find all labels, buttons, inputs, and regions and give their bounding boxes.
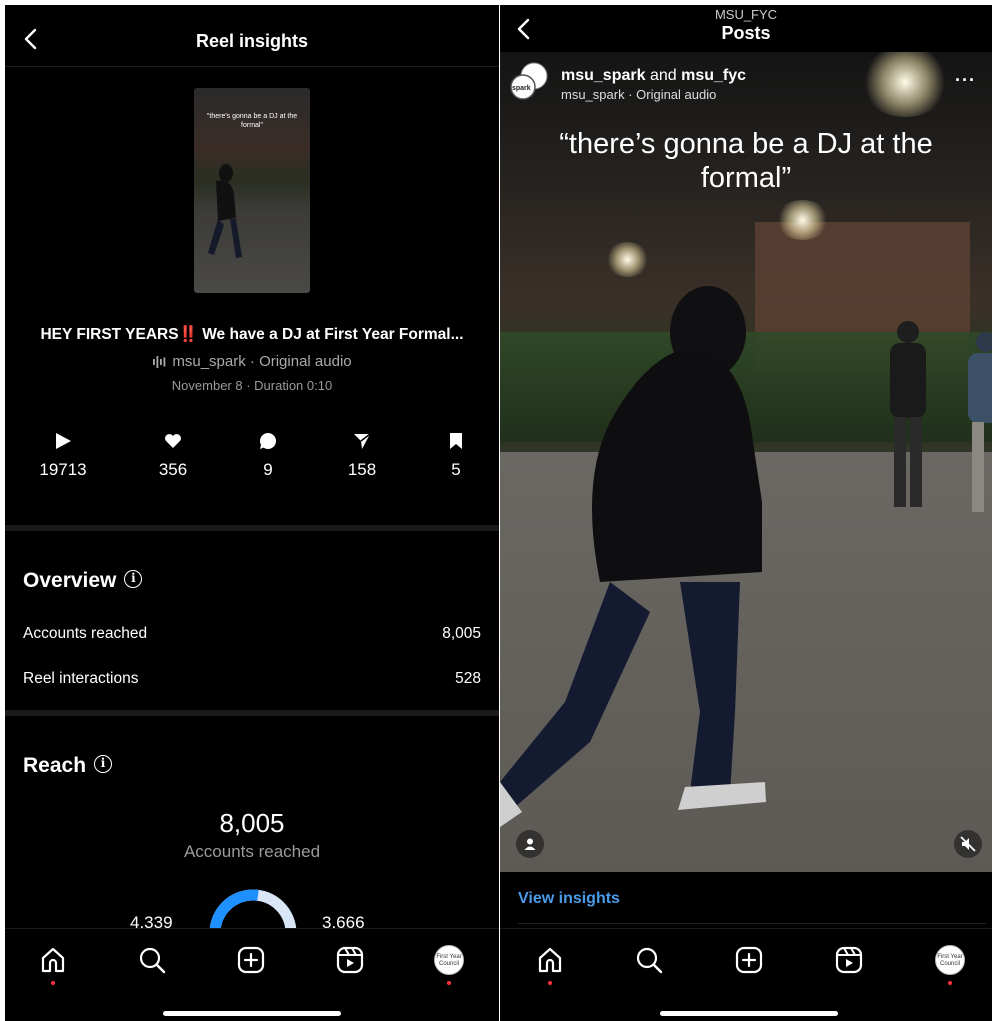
author-name[interactable]: msu_fyc xyxy=(681,67,746,84)
reach-total-label: Accounts reached xyxy=(183,842,321,861)
tab-home[interactable] xyxy=(534,944,566,976)
plays-value: 19713 xyxy=(39,460,87,479)
heart-icon xyxy=(165,434,181,448)
avatar-text: spark xyxy=(512,85,531,92)
bookmark-icon xyxy=(450,433,462,449)
bystander-figure xyxy=(968,332,992,512)
search-icon xyxy=(636,947,663,974)
running-person xyxy=(500,286,766,827)
reach-total: 8,005 xyxy=(219,808,285,838)
row-value: 528 xyxy=(455,670,481,687)
speaker-muted-icon xyxy=(960,836,976,852)
post-header: spark msu_spark and msu_fyc msu_spark · … xyxy=(508,62,978,102)
likes-stat: 356 xyxy=(128,430,218,480)
lamp-light xyxy=(605,242,650,277)
create-icon xyxy=(237,946,265,974)
saves-value: 5 xyxy=(451,460,461,479)
separator xyxy=(518,923,986,924)
audio-wave-icon xyxy=(153,356,166,369)
play-icon xyxy=(56,433,71,449)
section-divider xyxy=(5,710,499,716)
info-icon[interactable]: i xyxy=(94,755,113,774)
row-label: Accounts reached xyxy=(23,625,148,642)
bottom-tab-bar: First Year Council xyxy=(5,928,499,1021)
home-indicator[interactable] xyxy=(660,1011,838,1016)
reels-icon xyxy=(336,946,364,974)
overview-title-text: Overview xyxy=(23,569,117,592)
post-authors[interactable]: msu_spark and msu_fyc xyxy=(561,67,746,85)
wall-light xyxy=(775,200,830,240)
notification-dot xyxy=(51,981,55,985)
posts-panel: MSU_FYC Posts “there’s gonna be a DJ at … xyxy=(500,5,992,1021)
overview-title: Overview i xyxy=(23,569,143,593)
audio-label: msu_spark · Original audio xyxy=(172,353,352,370)
reach-title: Reach i xyxy=(23,754,113,778)
share-icon xyxy=(354,433,371,449)
notification-dot xyxy=(548,981,552,985)
reel-thumbnail[interactable]: "there's gonna be a DJ at the formal" xyxy=(194,88,310,293)
author-name[interactable]: msu_spark xyxy=(561,67,646,84)
plays-stat: 19713 xyxy=(18,430,108,480)
reel-insights-panel: Reel insights "there's gonna be a DJ at … xyxy=(5,5,499,1021)
reel-caption: HEY FIRST YEARS‼️ We have a DJ at First … xyxy=(5,325,499,344)
profile-avatar: First Year Council xyxy=(935,945,965,975)
tab-create[interactable] xyxy=(733,944,765,976)
header: Reel insights xyxy=(5,5,499,67)
tab-profile[interactable]: First Year Council xyxy=(433,944,465,976)
reels-icon xyxy=(835,946,863,974)
reel-meta: November 8 · Duration 0:10 xyxy=(171,378,333,393)
reel-interactions-row[interactable]: Reel interactions 528 xyxy=(23,670,481,688)
tagged-people-button[interactable] xyxy=(516,830,544,858)
profile-avatar: First Year Council xyxy=(434,945,464,975)
person-icon xyxy=(524,838,536,850)
tab-search[interactable] xyxy=(136,944,168,976)
more-options-icon[interactable]: ··· xyxy=(955,70,976,91)
reel-video[interactable]: “there’s gonna be a DJ at the formal” sp… xyxy=(500,52,992,872)
home-icon xyxy=(41,947,65,973)
row-value: 8,005 xyxy=(442,625,481,642)
search-icon xyxy=(139,947,166,974)
tab-profile[interactable]: First Year Council xyxy=(934,944,966,976)
comments-value: 9 xyxy=(263,460,273,479)
audio-info[interactable]: msu_spark · Original audio xyxy=(5,353,499,370)
bystander-figure xyxy=(890,321,926,507)
double-exclamation-emoji: ‼️ xyxy=(178,326,198,343)
home-indicator[interactable] xyxy=(163,1011,341,1016)
shares-value: 158 xyxy=(347,460,377,479)
page-title: Posts xyxy=(721,23,771,43)
video-caption: “there’s gonna be a DJ at the formal” xyxy=(559,128,933,194)
tab-home[interactable] xyxy=(37,944,69,976)
create-icon xyxy=(735,946,763,974)
collab-avatars[interactable] xyxy=(510,62,548,100)
tab-reels[interactable] xyxy=(833,944,865,976)
page-title: Reel insights xyxy=(195,31,309,51)
tab-create[interactable] xyxy=(235,944,267,976)
thumbnail-caption: "there's gonna be a DJ at the formal" xyxy=(206,113,298,129)
tab-search[interactable] xyxy=(633,944,665,976)
caption-prefix: HEY FIRST YEARS xyxy=(40,326,179,343)
row-label: Reel interactions xyxy=(23,670,139,687)
likes-value: 356 xyxy=(158,460,188,479)
mute-button[interactable] xyxy=(954,830,982,858)
comment-icon xyxy=(260,433,276,449)
saves-stat: 5 xyxy=(411,430,499,480)
post-audio[interactable]: msu_spark · Original audio xyxy=(561,87,716,102)
view-insights-link[interactable]: View insights xyxy=(518,890,620,908)
thumbnail-figure xyxy=(208,164,242,258)
shares-stat: 158 xyxy=(317,430,407,480)
notification-dot xyxy=(948,981,952,985)
reach-title-text: Reach xyxy=(23,754,87,777)
authors-joiner: and xyxy=(645,67,682,84)
bottom-tab-bar: First Year Council xyxy=(500,928,992,1021)
info-icon[interactable]: i xyxy=(124,570,143,589)
accounts-reached-row[interactable]: Accounts reached 8,005 xyxy=(23,625,481,643)
section-divider xyxy=(5,525,499,531)
account-name: MSU_FYC xyxy=(714,7,778,22)
comments-stat: 9 xyxy=(223,430,313,480)
home-icon xyxy=(538,947,562,973)
reach-gauge xyxy=(209,889,297,933)
caption-suffix: We have a DJ at First Year Formal... xyxy=(197,326,464,343)
notification-dot xyxy=(447,981,451,985)
tab-reels[interactable] xyxy=(334,944,366,976)
